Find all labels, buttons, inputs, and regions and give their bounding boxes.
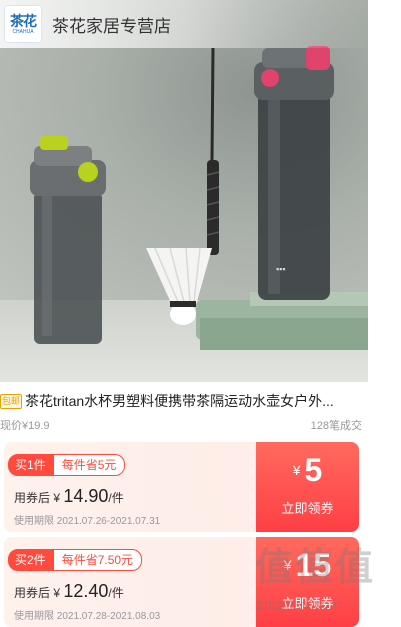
svg-text:▪▪▪: ▪▪▪ <box>276 264 286 274</box>
claim-coupon-button[interactable]: ¥5 立即领券 <box>250 442 359 532</box>
price-after-unit: /件 <box>108 491 124 505</box>
claim-coupon-button[interactable]: ¥15 立即领券 <box>250 537 359 627</box>
price-row: 现价¥19.9 128笔成交 <box>0 417 362 435</box>
coupon-amount-value: 5 <box>304 452 323 488</box>
coupon-quantity-badge: 买1件 <box>8 454 53 476</box>
shop-name[interactable]: 茶花家居专营店 <box>52 12 171 37</box>
coupon-saving-badge: 每件省7.50元 <box>52 549 143 571</box>
price-after-unit: /件 <box>108 586 124 600</box>
price-after-prefix: 用券后 ¥ <box>14 491 64 505</box>
product-title-row[interactable]: 包邮 茶花tritan水杯男塑料便携带茶隔运动水壶女户外... <box>0 390 368 412</box>
coupon-info: 买1件 每件省5元 用券后 ¥ 14.90/件 使用期限 2021.07.26-… <box>4 442 256 532</box>
product-image[interactable]: ▪▪▪ 茶花 CHAHUA 茶花家居专营店 <box>0 0 368 382</box>
price-after-coupon: 用券后 ¥ 12.40/件 <box>14 581 124 602</box>
free-shipping-badge: 包邮 <box>0 393 23 409</box>
shop-header[interactable]: 茶花 CHAHUA 茶花家居专营店 <box>0 0 368 48</box>
claim-coupon-label: 立即领券 <box>281 596 334 611</box>
coupon-card[interactable]: 买2件 每件省7.50元 用券后 ¥ 12.40/件 使用期限 2021.07.… <box>4 537 359 627</box>
price-after-coupon: 用券后 ¥ 14.90/件 <box>14 486 124 507</box>
shop-logo-text: 茶花 <box>10 12 37 29</box>
price-after-value: 12.40 <box>63 581 109 601</box>
coupon-info: 买2件 每件省7.50元 用券后 ¥ 12.40/件 使用期限 2021.07.… <box>4 537 256 627</box>
coupon-amount-value: 15 <box>295 547 332 583</box>
coupon-card[interactable]: 买1件 每件省5元 用券后 ¥ 14.90/件 使用期限 2021.07.26-… <box>4 442 359 532</box>
currency-symbol: ¥ <box>292 462 301 478</box>
product-title[interactable]: 茶花tritan水杯男塑料便携带茶隔运动水壶女户外... <box>25 391 365 411</box>
coupon-amount: ¥15 <box>256 547 359 584</box>
currency-symbol: ¥ <box>283 557 292 573</box>
current-price: 现价¥19.9 <box>0 420 50 432</box>
price-after-prefix: 用券后 ¥ <box>14 586 64 600</box>
product-card[interactable]: ▪▪▪ 茶花 CHAHUA 茶花家居专营店 包邮 茶花tritan水杯男塑料便携… <box>0 0 368 627</box>
product-illustration: ▪▪▪ <box>30 46 368 350</box>
price-after-value: 14.90 <box>63 486 109 506</box>
coupon-saving-badge: 每件省5元 <box>52 454 126 476</box>
shop-logo-subtext: CHAHUA <box>12 28 34 35</box>
shop-logo[interactable]: 茶花 CHAHUA <box>4 5 42 43</box>
coupon-amount: ¥5 <box>256 452 359 489</box>
left-bottle-icon <box>30 136 106 344</box>
claim-coupon-label: 立即领券 <box>281 501 334 516</box>
sales-count: 128笔成交 <box>310 420 362 432</box>
coupon-quantity-badge: 买2件 <box>8 549 53 571</box>
coupon-period: 使用期限 2021.07.26-2021.07.31 <box>14 516 161 527</box>
coupon-period: 使用期限 2021.07.28-2021.08.03 <box>14 611 161 622</box>
right-bottle-icon: ▪▪▪ <box>254 46 334 300</box>
racket-icon <box>206 47 220 255</box>
